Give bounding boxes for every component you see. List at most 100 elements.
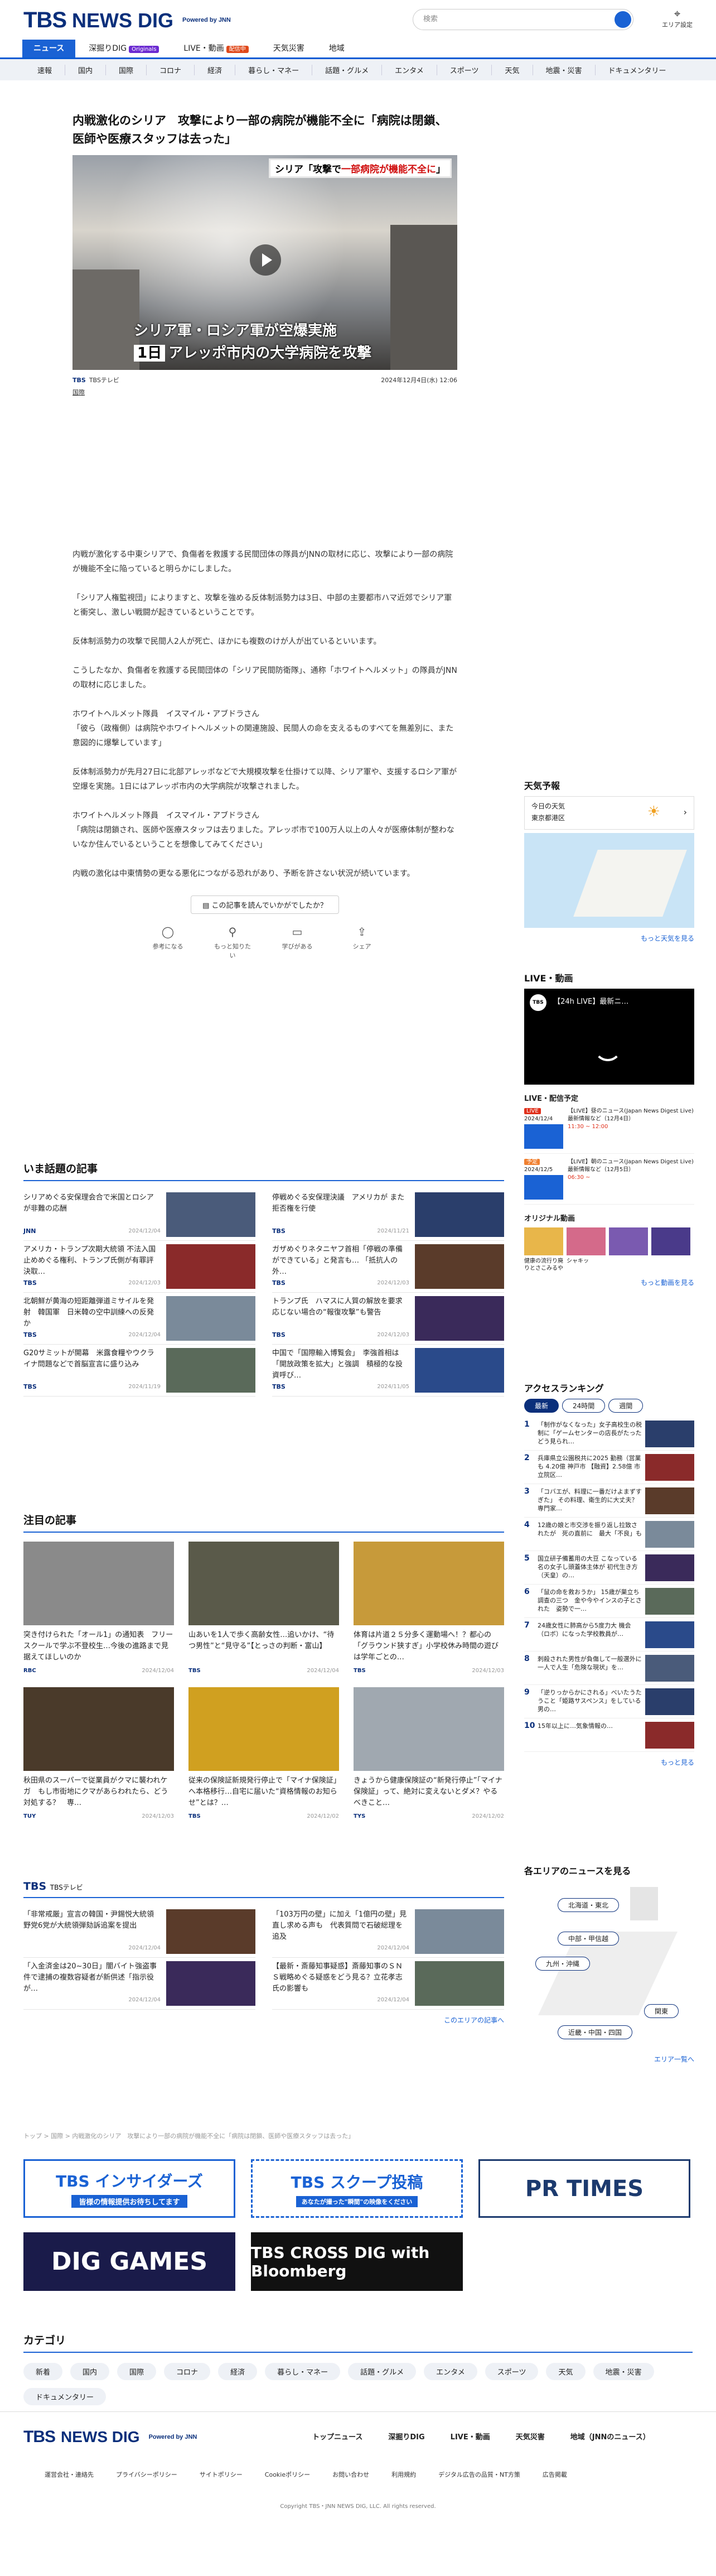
region-kanto[interactable]: 関東	[644, 2004, 679, 2018]
orig-video-item[interactable]	[609, 1227, 648, 1272]
rank-item[interactable]: 6 「鼠の命を救おうか」 15歳が巣立ち調查の三つ 金や今やインスの子とされた 姿…	[524, 1585, 694, 1618]
orig-video-item[interactable]: 健康の流行り廃りとさこみるや	[524, 1227, 563, 1272]
category-pill[interactable]: エンタメ	[424, 2363, 477, 2380]
subnav-item[interactable]: エンタメ	[382, 64, 437, 75]
rank-item[interactable]: 3 「コバエが、料理に一番だけよまずすぎた」 その料理、衛生的に大丈夫？専門家…	[524, 1484, 694, 1518]
rank-item[interactable]: 9 「逆りっからかにされる」べいたうたうこと「姫路サスペンス」をしている男の…	[524, 1685, 694, 1718]
hot-article-item[interactable]: 北朝鮮が黄海の短距離弾道ミサイルを発射 韓国軍 日米韓の空中訓練への反発か TBS…	[23, 1293, 255, 1345]
banner-dig-games[interactable]: DIG GAMES	[23, 2232, 235, 2291]
tbs-article-item[interactable]: 「入金済金は20~30日」闇バイト強盗事件で逮捕の複数容疑者が新供述「指示役が……	[23, 1958, 255, 2010]
more-link[interactable]: このエリアの記事へ	[23, 2015, 504, 2025]
category-pill[interactable]: ドキュメンタリー	[23, 2388, 107, 2405]
notice-article-card[interactable]: 山あいを1人で歩く高齢女性…追いかけ、“待つ男性”と“見守る”【とっさの判断・富…	[188, 1542, 339, 1674]
region-hokkaido-tohoku[interactable]: 北海道・東北	[558, 1898, 620, 1912]
footer-link[interactable]: 運営会社・連絡先	[45, 2470, 94, 2479]
subnav-item[interactable]: 地震・災害	[533, 64, 596, 75]
rank-item[interactable]: 8 刺殺された男性が負傷して一般選外に一人で人生「危険な現状」を…	[524, 1651, 694, 1685]
notice-article-card[interactable]: きょうから健康保険証の“新発行停止”「マイナ保険証」って、絶対に変えないとダメ？…	[354, 1687, 504, 1819]
banner-prtimes[interactable]: PR TIMES	[478, 2159, 690, 2218]
rank-item[interactable]: 10 15年以上に…気象情報の…	[524, 1718, 694, 1752]
video-player[interactable]: シリア「攻撃で一部病院が機能不全に」 シリア軍・ロシア軍が空爆実施 1日 アレッポ…	[72, 155, 457, 370]
hot-article-item[interactable]: 中国で「国際輸入博覧会」 李強首相は「開放政策を拡大」と強調 積極的な投資呼び……	[272, 1345, 504, 1397]
feedback-learn-button[interactable]: ▭ 学びがある	[278, 925, 317, 960]
rank-item[interactable]: 7 24歳女性に肺高から5度力大 機会（ロボ）になった学校教員が…	[524, 1618, 694, 1651]
nav-weather[interactable]: 天気災害	[262, 40, 316, 57]
site-logo[interactable]: TBS NEWS DIG Powered by JNN	[23, 8, 231, 33]
footer-nav-link[interactable]: 天気災害	[516, 2431, 545, 2442]
region-more-link[interactable]: エリア一覧へ	[524, 2054, 694, 2064]
rank-item[interactable]: 4 12歳の娘と市交渉を振り返し拉致されたが 死の直前に 最大「不良」も	[524, 1518, 694, 1551]
subnav-item[interactable]: 速報	[25, 64, 66, 75]
tbs-article-item[interactable]: 「103万円の壁」に加え「1億円の壁」見直し求める声も 代表質問で石破総理を追及…	[272, 1906, 504, 1958]
region-chubu[interactable]: 中部・甲信越	[558, 1932, 620, 1946]
rank-more-link[interactable]: もっと見る	[524, 1758, 694, 1767]
footer-nav-link[interactable]: トップニュース	[312, 2431, 362, 2442]
subnav-item[interactable]: 話題・グルメ	[312, 64, 383, 75]
live-player[interactable]: TBS 【24h LIVE】最新ニ…	[524, 989, 694, 1085]
banner-scoop[interactable]: TBS スクープ投稿 あなたが撮った"瞬間"の映像をください	[251, 2159, 463, 2218]
tab-24h[interactable]: 24時間	[562, 1399, 606, 1413]
hot-article-item[interactable]: シリアめぐる安保理会合で米国とロシアが非難の応酬 JNN 2024/12/04	[23, 1189, 255, 1241]
play-icon[interactable]	[250, 244, 281, 276]
region-kinki[interactable]: 近畿・中国・四国	[558, 2025, 633, 2039]
hot-article-item[interactable]: トランプ氏 ハマスに人質の解放を要求 応じない場合の“報復攻撃”も警告 TBS 20…	[272, 1293, 504, 1345]
article-source[interactable]: TBS TBSテレビ	[72, 375, 119, 384]
category-pill[interactable]: 国際	[117, 2363, 157, 2380]
rank-item[interactable]: 1 「制作がなくなった」女子高校生の税制に「ゲームセンターの店長がたったどう見られ…	[524, 1417, 694, 1451]
area-setting-button[interactable]: ⌖ エリア設定	[662, 7, 693, 29]
category-pill[interactable]: 地震・災害	[593, 2363, 654, 2380]
nav-dig[interactable]: 深掘りDIG Originals	[78, 40, 170, 57]
hot-article-item[interactable]: ガザめぐりネタニヤフ首相「停戦の準備ができている」と発言も… 「抵抗人の外… TB…	[272, 1241, 504, 1293]
hot-article-item[interactable]: 停戦めぐる安保理決議 アメリカが また拒否権を行使 TBS 2024/11/21	[272, 1189, 504, 1241]
feedback-more-button[interactable]: ⚲ もっと知りたい	[213, 925, 252, 960]
notice-article-card[interactable]: 秋田県のスーパーで従業員がクマに襲われケガ もし市街地にクマがあらわれたら、どう…	[23, 1687, 174, 1819]
footer-link[interactable]: 広告掲載	[543, 2470, 567, 2479]
share-button[interactable]: ⇪ シェア	[342, 925, 381, 960]
category-pill[interactable]: 暮らし・マネー	[265, 2363, 341, 2380]
tbs-article-item[interactable]: 【最新・斎藤知事疑惑】斎藤知事のＳＮＳ戦略めぐる疑惑をどう見る？立花孝志氏の影響…	[272, 1958, 504, 2010]
subnav-item[interactable]: 国際	[106, 64, 147, 75]
weather-more-link[interactable]: もっと天気を見る	[524, 933, 694, 943]
tab-latest[interactable]: 最新	[524, 1399, 559, 1413]
subnav-item[interactable]: 経済	[195, 64, 236, 75]
footer-nav-link[interactable]: 地域（JNNのニュース）	[570, 2431, 650, 2442]
orig-more-link[interactable]: もっと動画を見る	[524, 1278, 694, 1287]
footer-link[interactable]: サイトポリシー	[200, 2470, 243, 2479]
rank-item[interactable]: 2 兵庫県立公園税共に2025 勤務（営業も 4.20億 神戸市 【融資】2.58…	[524, 1451, 694, 1484]
hot-article-item[interactable]: G20サミットが開幕 米露食糧やウクライナ問題などで首脳宣言に盛り込み TBS 20…	[23, 1345, 255, 1397]
footer-logo[interactable]: TBS NEWS DIG Powered by JNN	[23, 2428, 197, 2447]
subnav-item[interactable]: 国内	[65, 64, 107, 75]
category-pill[interactable]: コロナ	[164, 2363, 211, 2380]
weather-today[interactable]: 今日の天気 東京都港区 ☀ ›	[524, 796, 694, 830]
footer-link[interactable]: Cookieポリシー	[265, 2470, 310, 2479]
nav-live[interactable]: LIVE・動画 配信中	[172, 40, 259, 57]
notice-article-card[interactable]: 従来の保険証新規発行停止で「マイナ保険証」へ本格移行…自宅に届いた“資格情報のお…	[188, 1687, 339, 1819]
category-pill[interactable]: 話題・グルメ	[348, 2363, 417, 2380]
category-pill[interactable]: 国内	[70, 2363, 110, 2380]
weather-map[interactable]	[524, 833, 694, 928]
tab-weekly[interactable]: 週間	[608, 1399, 644, 1413]
subnav-item[interactable]: ドキュメンタリー	[596, 65, 679, 75]
article-tag[interactable]: 国際	[72, 388, 457, 397]
region-kyushu[interactable]: 九州・沖縄	[535, 1957, 591, 1971]
live-schedule-item[interactable]: 予定 2024/12/5 【LIVE】朝のニュース(Japan News Diges…	[524, 1154, 694, 1205]
live-schedule-item[interactable]: LIVE 2024/12/4 【LIVE】昼のニュース(Japan News Dig…	[524, 1103, 694, 1154]
footer-nav-link[interactable]: 深掘りDIG	[388, 2431, 424, 2442]
banner-cross-dig[interactable]: TBS CROSS DIG with Bloomberg	[251, 2232, 463, 2291]
footer-nav-link[interactable]: LIVE・動画	[451, 2431, 490, 2442]
footer-link[interactable]: お問い合わせ	[332, 2470, 369, 2479]
category-pill[interactable]: 新着	[23, 2363, 63, 2380]
breadcrumb[interactable]: トップ > 国際 > 内戦激化のシリア 攻撃により一部の病院が機能不全に「病院は…	[23, 2131, 354, 2140]
search-input[interactable]: 検索	[413, 9, 633, 30]
search-icon[interactable]	[615, 11, 631, 28]
hot-article-item[interactable]: アメリカ・トランプ次期大統領 不法入国止めめぐる権利、トランプ氏側が有罪評決取……	[23, 1241, 255, 1293]
subnav-item[interactable]: 天気	[492, 64, 533, 75]
nav-news[interactable]: ニュース	[22, 40, 76, 57]
rank-item[interactable]: 5 国立研子備蓄用の大豆 こなっている名の女子し頭蓋体主体が 初代生き方（天皇）の…	[524, 1551, 694, 1585]
orig-video-item[interactable]: シャキッ	[567, 1227, 606, 1272]
category-pill[interactable]: 経済	[218, 2363, 258, 2380]
feedback-helpful-button[interactable]: ◯ 参考になる	[148, 925, 187, 960]
subnav-item[interactable]: コロナ	[147, 64, 195, 75]
footer-link[interactable]: プライバシーポリシー	[116, 2470, 177, 2479]
subnav-item[interactable]: スポーツ	[437, 64, 492, 75]
